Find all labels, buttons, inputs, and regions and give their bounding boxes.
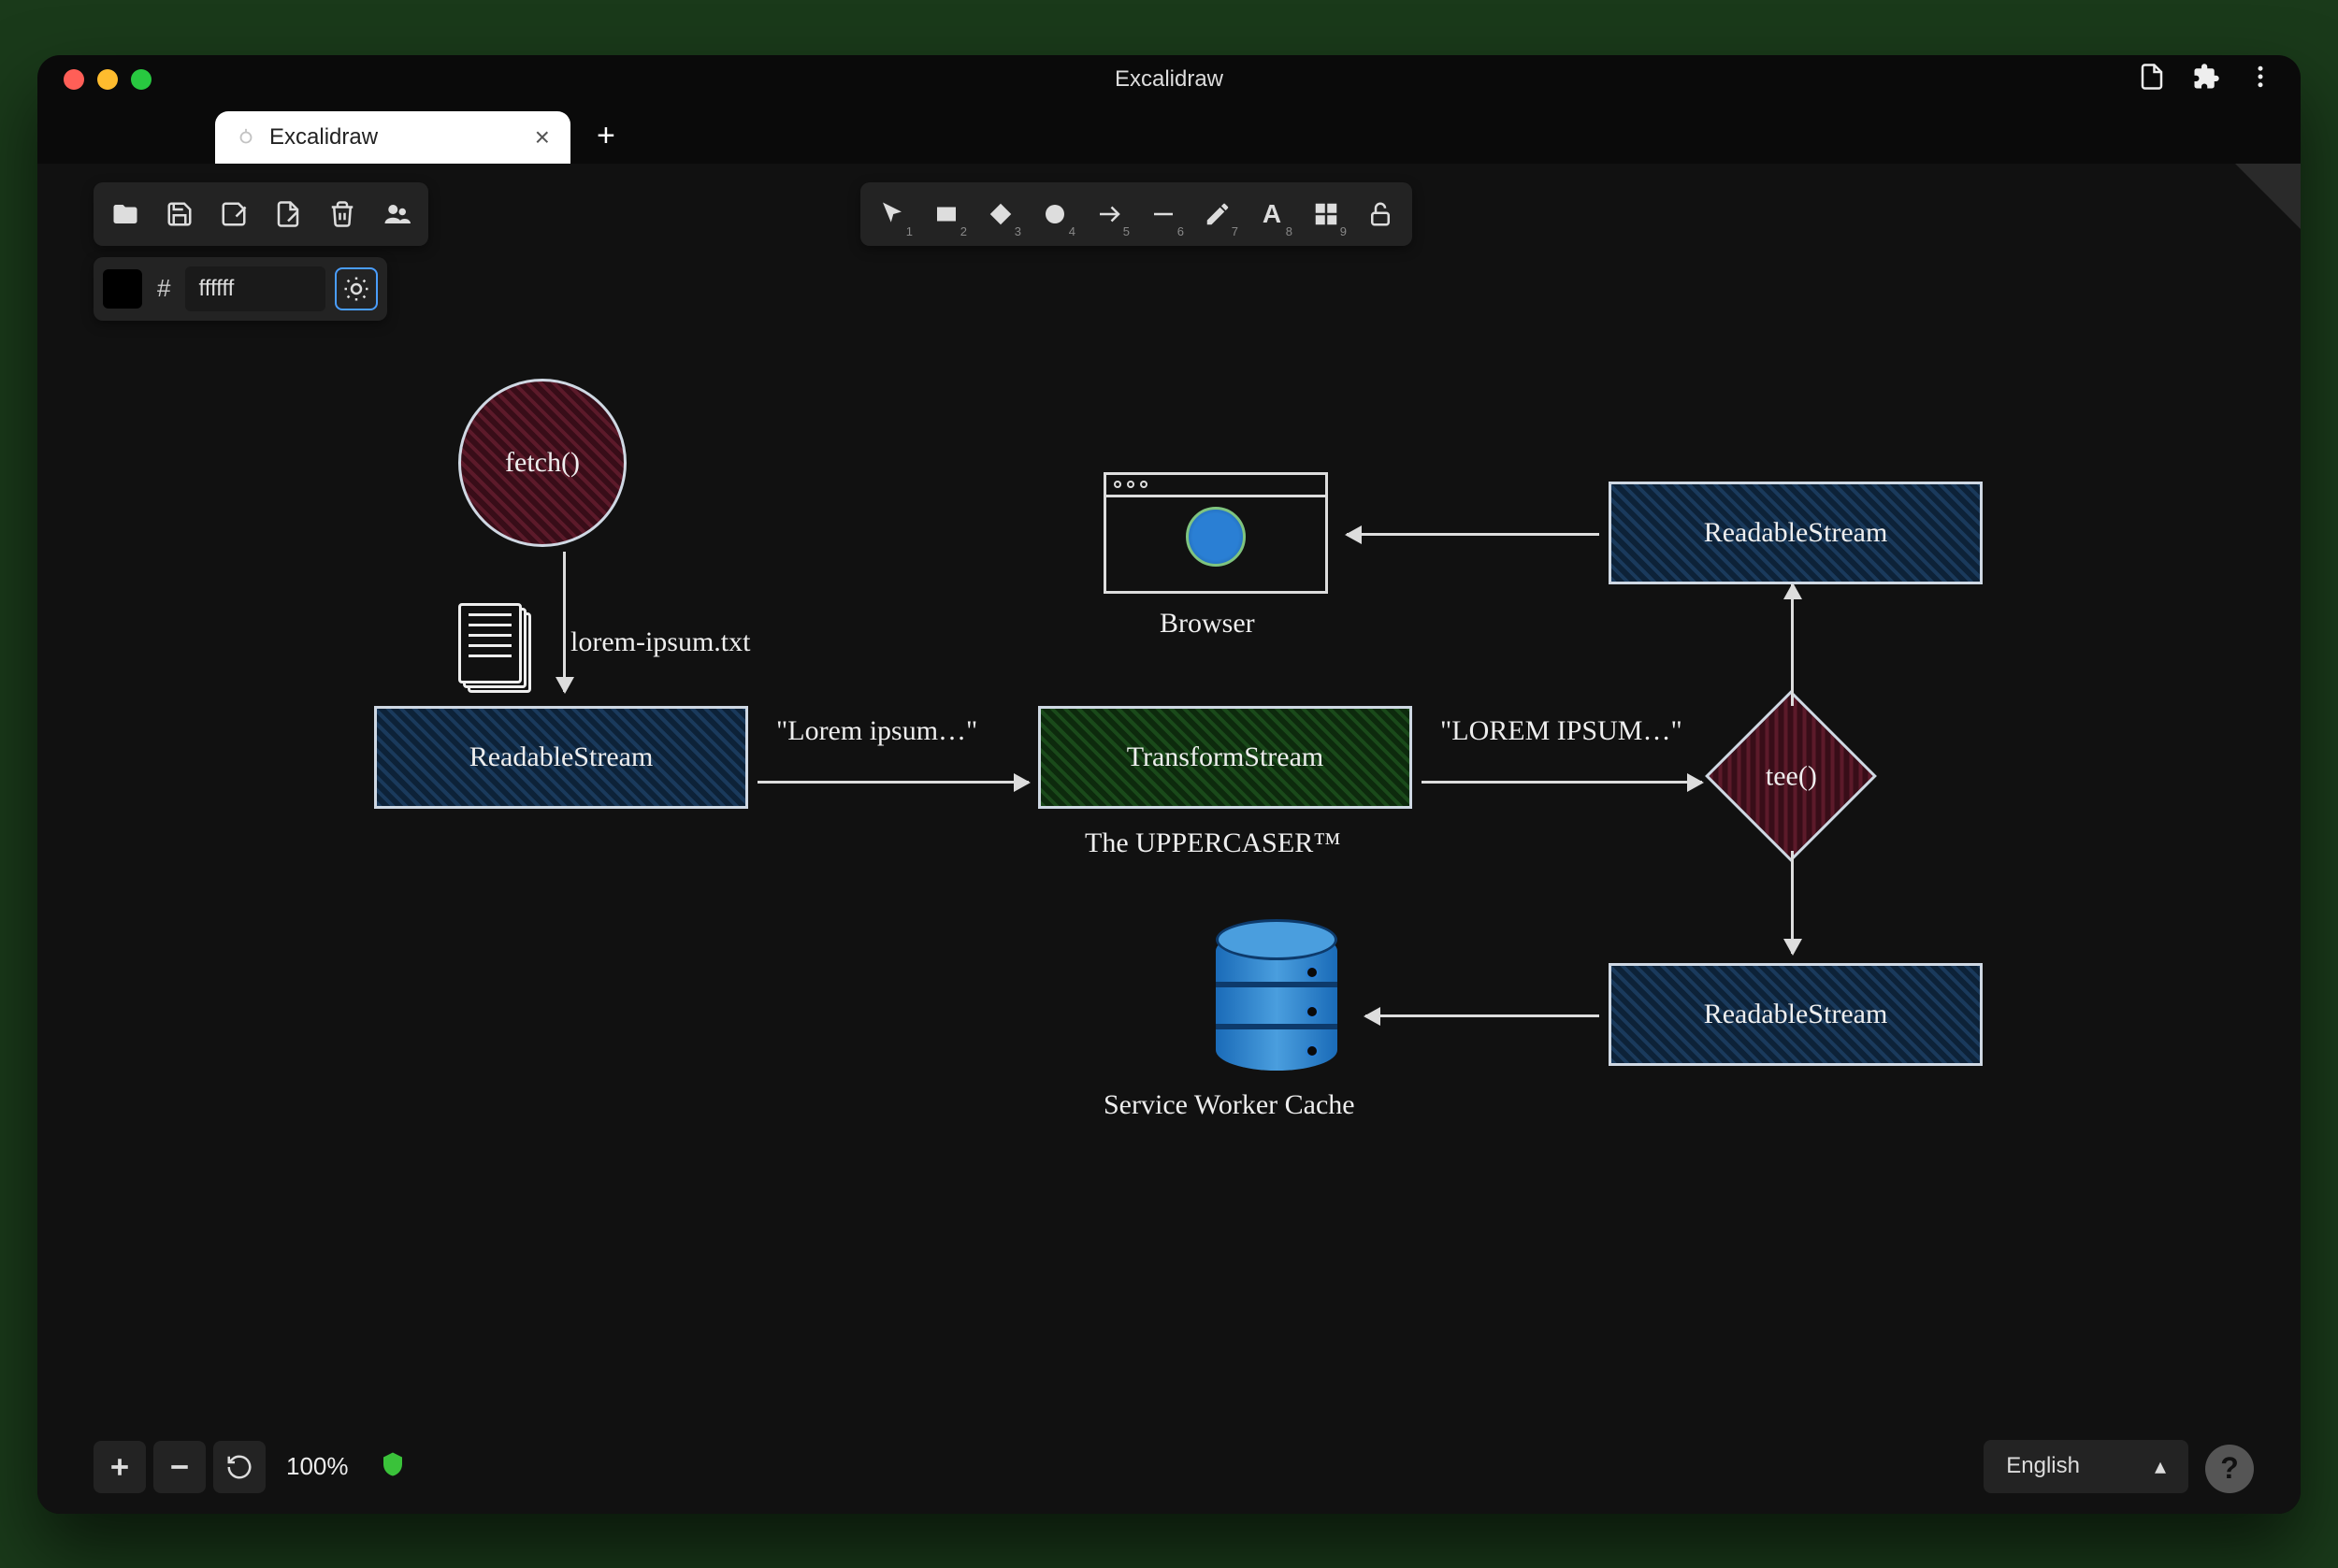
fullscreen-window-button[interactable] (131, 69, 152, 90)
new-tab-button[interactable]: + (580, 118, 632, 164)
help-button[interactable]: ? (2205, 1445, 2254, 1493)
arrow-transform-to-tee[interactable] (1422, 781, 1702, 784)
arrow-readable-to-transform[interactable] (758, 781, 1029, 784)
node-sw-cache[interactable] (1216, 930, 1337, 1071)
arrow-fetch-to-readable[interactable] (563, 552, 566, 692)
tab-excalidraw[interactable]: Excalidraw × (215, 111, 570, 164)
language-select[interactable]: English ▴ (1984, 1440, 2188, 1493)
canvas[interactable]: fetch() lorem-ipsum.txt ReadableStream "… (37, 164, 2301, 1514)
tab-label: Excalidraw (269, 124, 378, 151)
file-icon[interactable] (2138, 63, 2166, 95)
label-lorem-lower: "Lorem ipsum…" (776, 715, 977, 747)
zoom-in-button[interactable] (94, 1441, 146, 1493)
zoom-toolbar: 100% (94, 1441, 407, 1493)
extension-icon[interactable] (2192, 63, 2220, 95)
titlebar: Excalidraw (37, 55, 2301, 104)
chevron-up-icon: ▴ (2155, 1453, 2166, 1480)
tab-strip: Excalidraw × + (37, 104, 2301, 164)
label-sw-cache: Service Worker Cache (1104, 1089, 1355, 1121)
traffic-lights (64, 69, 152, 90)
label-lorem-upper: "LOREM IPSUM…" (1440, 715, 1682, 747)
close-window-button[interactable] (64, 69, 84, 90)
label-browser: Browser (1160, 608, 1255, 640)
zoom-level: 100% (273, 1452, 362, 1481)
label-uppercaser: The UPPERCASER™ (1085, 827, 1341, 859)
more-menu-icon[interactable] (2246, 63, 2274, 95)
arrow-tee-down[interactable] (1791, 851, 1794, 954)
node-tee[interactable]: tee() (1705, 690, 1877, 862)
encryption-icon[interactable] (369, 1450, 407, 1483)
minimize-window-button[interactable] (97, 69, 118, 90)
node-fetch[interactable]: fetch() (458, 379, 627, 547)
arrow-readable3-to-cache[interactable] (1365, 1014, 1599, 1017)
app-window: Excalidraw Excalidraw × + (37, 55, 2301, 1514)
zoom-out-button[interactable] (153, 1441, 206, 1493)
node-readable-1[interactable]: ReadableStream (374, 706, 748, 809)
node-readable-2[interactable]: ReadableStream (1609, 482, 1983, 584)
arrow-readable2-to-browser[interactable] (1347, 533, 1599, 536)
app-surface: # 1 2 3 4 (37, 164, 2301, 1514)
node-browser[interactable] (1104, 472, 1328, 594)
reset-zoom-button[interactable] (213, 1441, 266, 1493)
file-label: lorem-ipsum.txt (570, 626, 750, 658)
node-readable-3[interactable]: ReadableStream (1609, 963, 1983, 1066)
close-tab-icon[interactable]: × (535, 122, 550, 152)
window-title: Excalidraw (1115, 66, 1223, 93)
globe-icon (1186, 507, 1246, 567)
arrow-tee-up[interactable] (1791, 584, 1794, 706)
node-transform[interactable]: TransformStream (1038, 706, 1412, 809)
